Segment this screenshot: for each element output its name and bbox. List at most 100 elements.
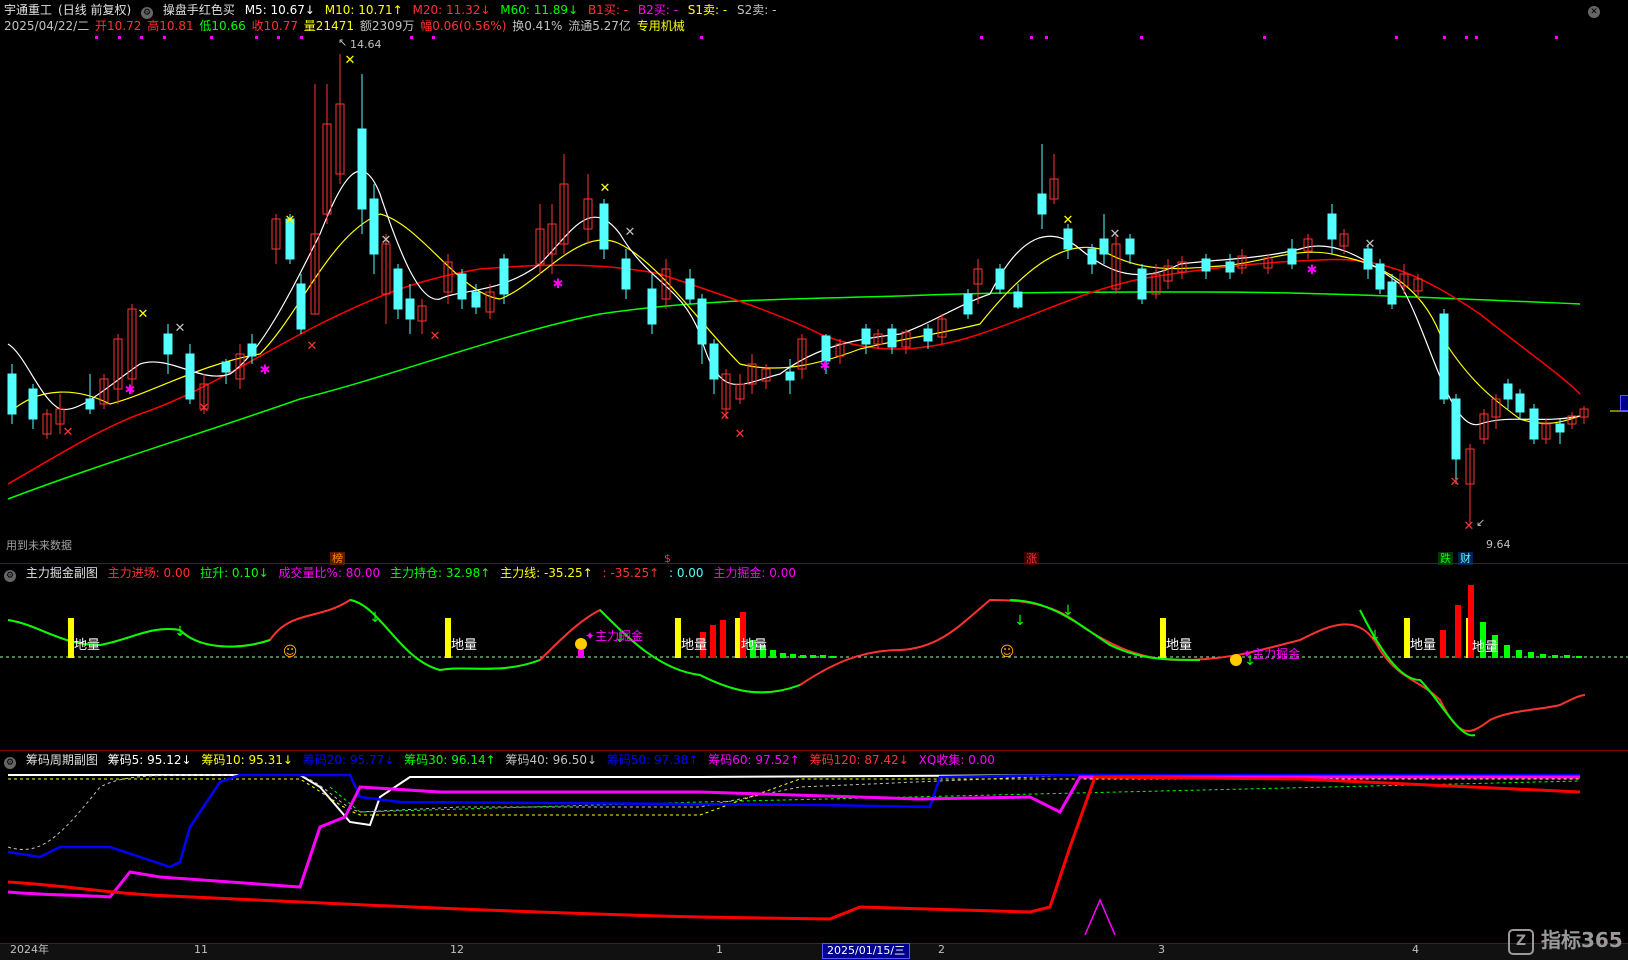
sub1-chart[interactable]: ↓↓↓↓↓↓↓ ☺ ☺ <box>0 580 1628 750</box>
label-diliang-3: 地量 <box>681 638 708 653</box>
axis-cursor-date: 2025/01/15/三 <box>822 943 911 959</box>
svg-text:✱: ✱ <box>553 277 564 292</box>
svg-text:↓: ↓ <box>1014 613 1026 629</box>
svg-text:↖: ↖ <box>338 36 347 49</box>
candle <box>1177 256 1187 279</box>
panel-divider <box>0 563 1628 564</box>
sub1-title[interactable]: 主力掘金副图 <box>26 566 98 580</box>
svg-text:✱: ✱ <box>125 383 136 398</box>
svg-text:↓: ↓ <box>174 624 186 640</box>
svg-text:✕: ✕ <box>138 307 149 322</box>
candle <box>357 74 367 234</box>
label-diliang-4: 地量 <box>741 638 768 653</box>
bottom-tab-bar <box>0 943 1628 960</box>
label-juejin-1: ✦主力掘金 <box>585 629 644 643</box>
ma20-value: M20: 11.32↓ <box>412 3 491 17</box>
candle <box>535 204 545 274</box>
x-markers: ✕ ✕ ✕ ✕ ✕ ✕ ✕ ✕ ✕ ✕ ✕ ✕ ✕ ✕ ✕ ✕ ✕ ✕ ✱ ✱ ✱ ✱ ✱ <box>63 53 1475 534</box>
candle <box>7 364 17 424</box>
quote-turnover: 换0.41% <box>512 19 563 33</box>
candle <box>310 84 320 315</box>
candle <box>28 384 38 429</box>
sub2-c120: 筹码120: 87.42↓ <box>809 753 909 767</box>
axis-month-11: 11 <box>194 943 208 956</box>
svg-text:✱: ✱ <box>820 359 831 374</box>
candle <box>85 374 95 414</box>
candle <box>1151 264 1161 299</box>
candle <box>797 334 807 379</box>
candle <box>621 249 631 299</box>
candle <box>1063 224 1073 259</box>
candle <box>471 284 481 314</box>
sub2-title[interactable]: 筹码周期副图 <box>26 753 98 767</box>
sub2-c60: 筹码60: 97.52↑ <box>708 753 800 767</box>
low-price-label: 9.64 <box>1486 538 1511 551</box>
axis-month-1: 1 <box>716 943 723 956</box>
brand-logo-icon: Z <box>1508 928 1534 955</box>
svg-text:✕: ✕ <box>625 225 636 240</box>
indicator-name[interactable]: 操盘手红色买 <box>163 3 235 17</box>
high-price-label: 14.64 <box>350 38 382 51</box>
candle <box>1087 244 1097 274</box>
candle <box>185 344 195 404</box>
label-diliang-1: 地量 <box>74 638 101 653</box>
label-diliang-5: 地量 <box>1166 638 1193 653</box>
candle <box>1479 409 1489 444</box>
axis-month-4: 4 <box>1412 943 1419 956</box>
candle <box>1387 274 1397 309</box>
svg-text:↓: ↓ <box>1062 603 1074 619</box>
candle <box>937 314 947 344</box>
label-diliang-7: 地量 <box>1472 640 1499 655</box>
svg-text:↓: ↓ <box>369 610 381 626</box>
candle <box>127 304 137 394</box>
svg-text:↓: ↓ <box>1369 628 1381 644</box>
svg-text:✕: ✕ <box>1450 475 1461 490</box>
quote-sector[interactable]: 专用机械 <box>637 19 685 33</box>
sub1-header: ⚙ 主力掘金副图 主力进场: 0.00 拉升: 0.10↓ 成交量比%: 80.… <box>4 565 802 582</box>
b2-value: B2买: - <box>637 3 678 17</box>
candle <box>99 374 109 409</box>
candle <box>393 264 403 319</box>
sub2-chart[interactable] <box>0 767 1628 943</box>
period-label[interactable]: (日线 前复权) <box>58 3 131 17</box>
candle <box>221 359 231 384</box>
kline-chart[interactable]: ✕ ✕ ✕ ✕ ✕ ✕ ✕ ✕ ✕ ✕ ✕ ✕ ✕ ✕ ✕ ✕ ✕ ✕ ✱ ✱ ✱ ✱ ✱ ↖ ↙ <box>0 34 1628 564</box>
sub1-v3: : 0.00 <box>668 566 704 580</box>
sub1-chicang: 主力持仓: 32.98↑ <box>390 566 491 580</box>
candle <box>42 409 52 439</box>
future-data-note: 用到未来数据 <box>6 539 72 552</box>
close-icon[interactable]: ✕ <box>1588 6 1600 18</box>
main-header: 宇通重工 (日线 前复权) ⚙ 操盘手红色买 M5: 10.67↓ M10: 10… <box>4 2 782 19</box>
svg-text:✕: ✕ <box>381 233 392 248</box>
candle <box>1399 264 1409 294</box>
svg-text:✕: ✕ <box>345 53 356 68</box>
candle <box>697 294 707 364</box>
candle <box>1225 254 1235 279</box>
quote-float: 流通5.27亿 <box>568 19 631 33</box>
candles <box>7 54 1589 524</box>
quote-date: 2025/04/22/二 <box>4 19 90 33</box>
svg-text:✕: ✕ <box>720 409 731 424</box>
candle <box>417 299 427 334</box>
sub2-header: ⚙ 筹码周期副图 筹码5: 95.12↓ 筹码10: 95.31↓ 筹码20: … <box>4 752 1001 769</box>
brand-name: 指标365 <box>1540 928 1623 952</box>
panel-divider <box>0 750 1628 751</box>
svg-text:☺: ☺ <box>283 644 298 660</box>
svg-text:✕: ✕ <box>307 339 318 354</box>
b1-value: B1买: - <box>587 3 629 17</box>
sub2-c50: 筹码50: 97.38↑ <box>606 753 699 767</box>
sub1-volratio: 成交量比%: 80.00 <box>278 566 381 580</box>
axis-month-3: 3 <box>1158 943 1165 956</box>
ma10-value: M10: 10.71↑ <box>324 3 403 17</box>
sub1-jinchang: 主力进场: 0.00 <box>107 566 191 580</box>
svg-text:↙: ↙ <box>1476 516 1485 529</box>
s2-value: S2卖: - <box>737 3 777 17</box>
stock-name[interactable]: 宇通重工 <box>4 3 52 17</box>
quote-close: 收10.77 <box>251 19 298 33</box>
candle <box>1529 404 1539 444</box>
candle <box>163 324 173 374</box>
sub1-v2: : -35.25↑ <box>602 566 660 580</box>
candle <box>1037 144 1047 229</box>
candle <box>1099 214 1109 264</box>
candle <box>405 284 415 334</box>
